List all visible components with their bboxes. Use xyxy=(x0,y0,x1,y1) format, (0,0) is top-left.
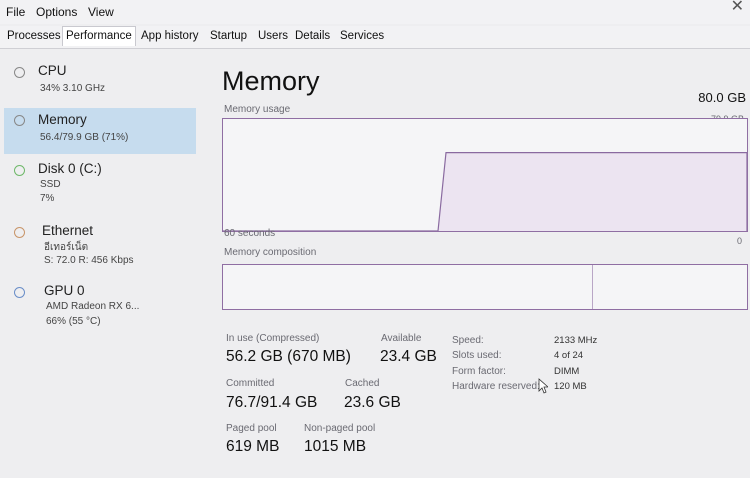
sidebar-item-ethernet[interactable]: Ethernet อีเทอร์เน็ต S: 72.0 R: 456 Kbps xyxy=(4,221,196,269)
sidebar-item-detail: SSD xyxy=(40,179,61,190)
in-use-value: 56.2 GB (670 MB) xyxy=(226,348,351,365)
tab-performance[interactable]: Performance xyxy=(62,26,136,46)
form-factor-label: Form factor: xyxy=(452,366,506,377)
composition-divider xyxy=(592,265,593,309)
status-ring-icon xyxy=(14,67,25,78)
tab-bar: Processes Performance App history Startu… xyxy=(0,26,750,49)
usage-series-line xyxy=(223,151,747,231)
tab-app-history[interactable]: App history xyxy=(139,29,201,43)
speed-value: 2133 MHz xyxy=(554,335,598,346)
sidebar-item-label: GPU 0 xyxy=(44,283,85,298)
cached-label: Cached xyxy=(345,378,380,389)
available-value: 23.4 GB xyxy=(380,348,437,365)
status-ring-icon xyxy=(14,287,25,298)
slots-value: 4 of 24 xyxy=(554,350,584,361)
memory-usage-label: Memory usage xyxy=(224,104,291,115)
close-icon[interactable]: ✕ xyxy=(731,0,744,16)
status-ring-icon xyxy=(14,115,25,126)
sidebar-item-memory[interactable]: Memory 56.4/79.9 GB (71%) xyxy=(4,108,196,154)
status-ring-icon xyxy=(14,227,25,238)
in-use-label: In use (Compressed) xyxy=(226,333,320,344)
hardware-reserved-label: Hardware reserved: xyxy=(452,381,540,392)
committed-label: Committed xyxy=(226,378,275,389)
tab-startup[interactable]: Startup xyxy=(208,29,249,43)
sidebar-item-gpu[interactable]: GPU 0 AMD Radeon RX 6... 66% (55 °C) xyxy=(4,281,196,331)
menu-view[interactable]: View xyxy=(88,5,114,19)
available-label: Available xyxy=(381,333,422,344)
paged-pool-label: Paged pool xyxy=(226,423,277,434)
status-ring-icon xyxy=(14,165,25,176)
sidebar-item-label: Ethernet xyxy=(42,223,94,238)
menu-file[interactable]: File xyxy=(6,5,25,19)
time-zero-label: 0 xyxy=(736,236,742,246)
memory-usage-graph xyxy=(222,118,748,232)
sidebar-item-detail: 66% (55 °C) xyxy=(46,316,101,327)
sidebar-item-label: Memory xyxy=(38,112,87,127)
sidebar-item-cpu[interactable]: CPU 34% 3.10 GHz xyxy=(4,61,196,105)
sidebar-item-detail: 7% xyxy=(40,193,55,204)
sidebar-item-detail: 56.4/79.9 GB (71%) xyxy=(40,132,129,143)
slots-label: Slots used: xyxy=(452,350,502,361)
sidebar-item-detail: 34% 3.10 GHz xyxy=(40,83,106,94)
nonpaged-pool-value: 1015 MB xyxy=(304,438,367,455)
sidebar-item-detail: อีเทอร์เน็ต xyxy=(44,242,89,253)
nonpaged-pool-label: Non-paged pool xyxy=(304,423,376,434)
total-memory: 80.0 GB xyxy=(698,90,746,105)
tab-details[interactable]: Details xyxy=(293,29,332,43)
time-range-label: 60 seconds xyxy=(224,228,276,239)
sidebar-item-detail: S: 72.0 R: 456 Kbps xyxy=(44,255,134,266)
speed-label: Speed: xyxy=(452,335,484,346)
paged-pool-value: 619 MB xyxy=(226,438,280,455)
menu-bar: File Options View ✕ xyxy=(0,0,750,24)
cached-value: 23.6 GB xyxy=(344,394,401,411)
sidebar-item-detail: AMD Radeon RX 6... xyxy=(46,301,140,312)
composition-label: Memory composition xyxy=(224,247,317,258)
sidebar-item-disk[interactable]: Disk 0 (C:) SSD 7% xyxy=(4,159,196,207)
hardware-reserved-value: 120 MB xyxy=(554,381,587,392)
tab-services[interactable]: Services xyxy=(338,29,386,43)
committed-value: 76.7/91.4 GB xyxy=(226,394,318,411)
memory-usage-line xyxy=(223,151,747,231)
sidebar-item-label: Disk 0 (C:) xyxy=(38,161,102,176)
sidebar-item-label: CPU xyxy=(38,63,67,78)
sidebar: CPU 34% 3.10 GHz Memory 56.4/79.9 GB (71… xyxy=(0,49,200,478)
tab-users[interactable]: Users xyxy=(256,29,290,43)
page-title: Memory xyxy=(222,66,320,96)
tab-processes[interactable]: Processes xyxy=(5,29,63,43)
memory-composition-bar xyxy=(222,264,748,310)
menu-options[interactable]: Options xyxy=(36,5,77,19)
mouse-cursor-icon xyxy=(538,378,548,394)
form-factor-value: DIMM xyxy=(554,366,580,377)
